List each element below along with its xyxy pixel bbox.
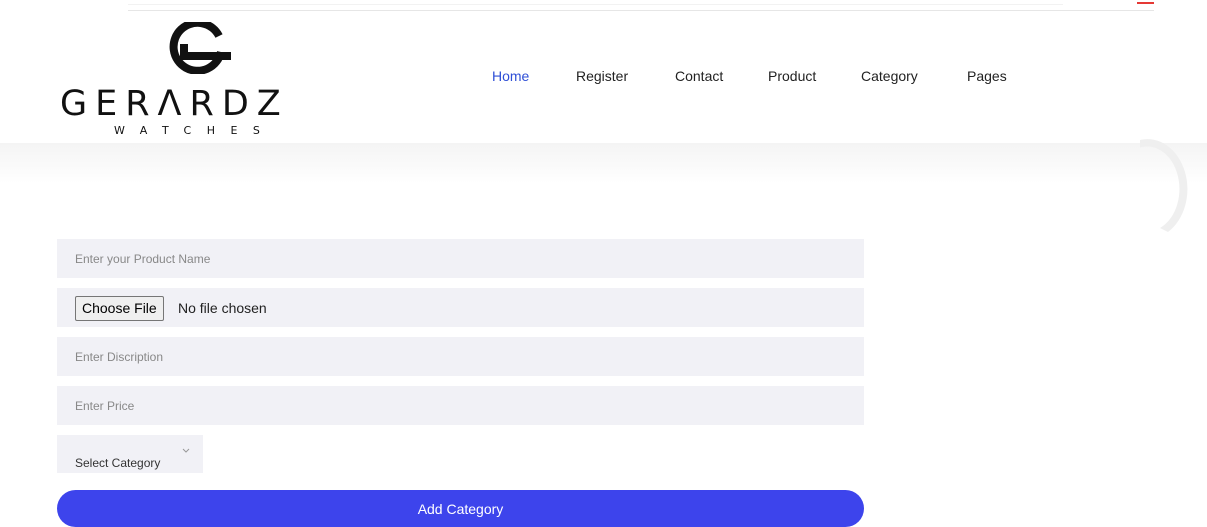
category-select[interactable]: Select Category <box>57 435 203 473</box>
nav-register[interactable]: Register <box>576 68 628 84</box>
add-category-button[interactable]: Add Category <box>57 490 864 527</box>
category-select-value: Select Category <box>75 456 161 470</box>
header-shadow-band <box>0 143 1207 183</box>
decorative-arc-icon <box>1140 139 1188 232</box>
brand-monogram-icon <box>169 22 231 74</box>
nav-category[interactable]: Category <box>861 68 918 84</box>
chevron-down-icon <box>182 448 190 453</box>
description-input[interactable] <box>57 337 864 376</box>
brand-name: GERΛRDZ <box>60 84 289 124</box>
file-upload-row: Choose File No file chosen <box>57 288 864 327</box>
nav-pages[interactable]: Pages <box>967 68 1007 84</box>
choose-file-button[interactable]: Choose File <box>75 296 164 321</box>
price-input[interactable] <box>57 386 864 425</box>
brand-logo[interactable]: GERΛRDZ WATCHES <box>60 22 340 144</box>
top-divider <box>128 10 1154 11</box>
product-name-input[interactable] <box>57 239 864 278</box>
nav-home[interactable]: Home <box>492 68 529 84</box>
nav-product[interactable]: Product <box>768 68 816 84</box>
corner-accent-mark <box>1137 2 1154 4</box>
brand-tagline: WATCHES <box>114 124 276 137</box>
top-divider-faint <box>128 4 1063 5</box>
file-status-text: No file chosen <box>178 300 267 316</box>
nav-contact[interactable]: Contact <box>675 68 723 84</box>
